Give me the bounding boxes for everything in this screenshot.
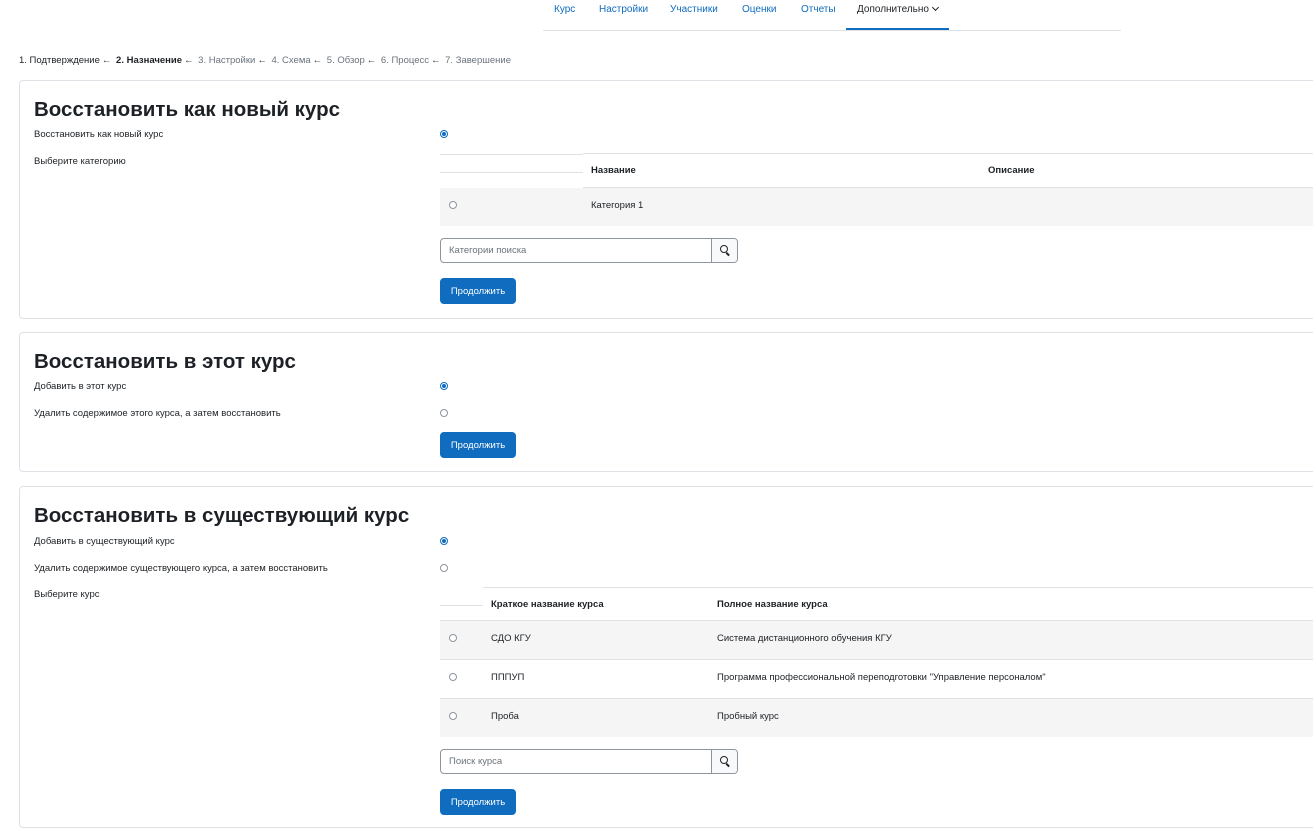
category-search-input[interactable] bbox=[441, 239, 713, 262]
radio-delete-this[interactable] bbox=[440, 409, 448, 417]
step-destination-current: 2. Назначение bbox=[116, 55, 183, 66]
step-arrow-icon: ← bbox=[257, 55, 267, 66]
chevron-down-icon bbox=[931, 3, 940, 12]
category-name: Категория 1 bbox=[591, 200, 644, 211]
radio-add-existing[interactable] bbox=[440, 537, 448, 545]
step-process: 6. Процесс bbox=[380, 55, 429, 66]
option-label-new-course: Восстановить как новый курс bbox=[34, 129, 164, 140]
course-nav: Курс Настройки Участники Оценки Отчеты Д… bbox=[0, 0, 1313, 31]
option-label-delete-this: Удалить содержимое этого курса, а затем … bbox=[34, 408, 281, 419]
course-short-name: ПППУП bbox=[491, 672, 525, 683]
step-confirm: 1. Подтверждение bbox=[19, 55, 100, 66]
step-arrow-icon: ← bbox=[366, 55, 377, 66]
option-label-delete-existing: Удалить содержимое существующего курса, … bbox=[34, 563, 328, 574]
section-title-existing: Восстановить в существующий курс bbox=[34, 504, 410, 527]
step-arrow-icon: ← bbox=[101, 55, 112, 66]
course-short-name: СДО КГУ bbox=[491, 633, 531, 644]
category-search bbox=[440, 238, 738, 263]
continue-button-existing[interactable]: Продолжить bbox=[440, 789, 516, 815]
course-label: Выберите курс bbox=[34, 589, 100, 600]
nav-item-grades[interactable]: Оценки bbox=[742, 0, 776, 30]
step-review: 5. Обзор bbox=[326, 55, 365, 66]
section-title-new: Восстановить как новый курс bbox=[34, 98, 340, 121]
course-full-name: Пробный курс bbox=[717, 711, 779, 722]
course-short-name: Проба bbox=[491, 711, 519, 722]
step-complete: 7. Завершение bbox=[445, 55, 511, 66]
continue-button-this[interactable]: Продолжить bbox=[440, 432, 516, 458]
panel-restore-new: Восстановить как новый курс Восстановить… bbox=[19, 80, 1313, 319]
col-header-full-name: Полное название курса bbox=[717, 599, 828, 610]
panel-restore-existing: Восстановить в существующий курс Добавит… bbox=[19, 486, 1313, 828]
nav-item-reports[interactable]: Отчеты bbox=[801, 0, 836, 30]
category-search-button[interactable] bbox=[711, 239, 737, 262]
radio-category[interactable] bbox=[449, 201, 457, 209]
radio-course-2[interactable] bbox=[449, 673, 457, 681]
course-full-name: Система дистанционного обучения КГУ bbox=[717, 633, 892, 644]
radio-course-1[interactable] bbox=[449, 634, 457, 642]
step-settings: 3. Настройки bbox=[198, 55, 256, 66]
table-row[interactable] bbox=[440, 188, 1313, 226]
panel-restore-this: Восстановить в этот курс Добавить в этот… bbox=[19, 332, 1313, 472]
table-row[interactable] bbox=[440, 699, 1313, 737]
course-nav-list: Курс Настройки Участники Оценки Отчеты Д… bbox=[543, 0, 1121, 30]
section-title-this: Восстановить в этот курс bbox=[34, 350, 296, 373]
nav-item-participants[interactable]: Участники bbox=[670, 0, 718, 30]
course-search-button[interactable] bbox=[711, 750, 737, 773]
search-icon bbox=[720, 245, 728, 253]
col-header-name: Название bbox=[591, 165, 636, 176]
restore-steps: 1. Подтверждение ← 2. Назначение ← 3. Наст… bbox=[19, 55, 511, 66]
category-label: Выберите категорию bbox=[34, 156, 126, 167]
step-schema: 4. Схема bbox=[271, 55, 311, 66]
nav-more-label: Дополнительно bbox=[857, 4, 929, 15]
course-search-input[interactable] bbox=[441, 750, 713, 773]
course-full-name: Программа профессиональной переподготовк… bbox=[717, 672, 1046, 683]
radio-new-course[interactable] bbox=[440, 130, 448, 138]
option-label-add-existing: Добавить в существующий курс bbox=[34, 536, 175, 547]
nav-item-more[interactable]: Дополнительно bbox=[846, 0, 949, 30]
step-arrow-icon: ← bbox=[312, 55, 323, 66]
step-arrow-icon: ← bbox=[431, 55, 441, 66]
course-search bbox=[440, 749, 738, 774]
nav-item-course[interactable]: Курс bbox=[554, 0, 575, 30]
radio-delete-existing[interactable] bbox=[440, 564, 448, 572]
option-label-add-this: Добавить в этот курс bbox=[34, 381, 127, 392]
col-header-short-name: Краткое название курса bbox=[491, 599, 604, 610]
col-header-description: Описание bbox=[988, 165, 1035, 176]
radio-add-this[interactable] bbox=[440, 382, 448, 390]
step-arrow-icon: ← bbox=[184, 55, 194, 66]
nav-item-settings[interactable]: Настройки bbox=[599, 0, 648, 30]
radio-course-3[interactable] bbox=[449, 712, 457, 720]
search-icon bbox=[720, 756, 728, 764]
continue-button-new[interactable]: Продолжить bbox=[440, 278, 516, 304]
